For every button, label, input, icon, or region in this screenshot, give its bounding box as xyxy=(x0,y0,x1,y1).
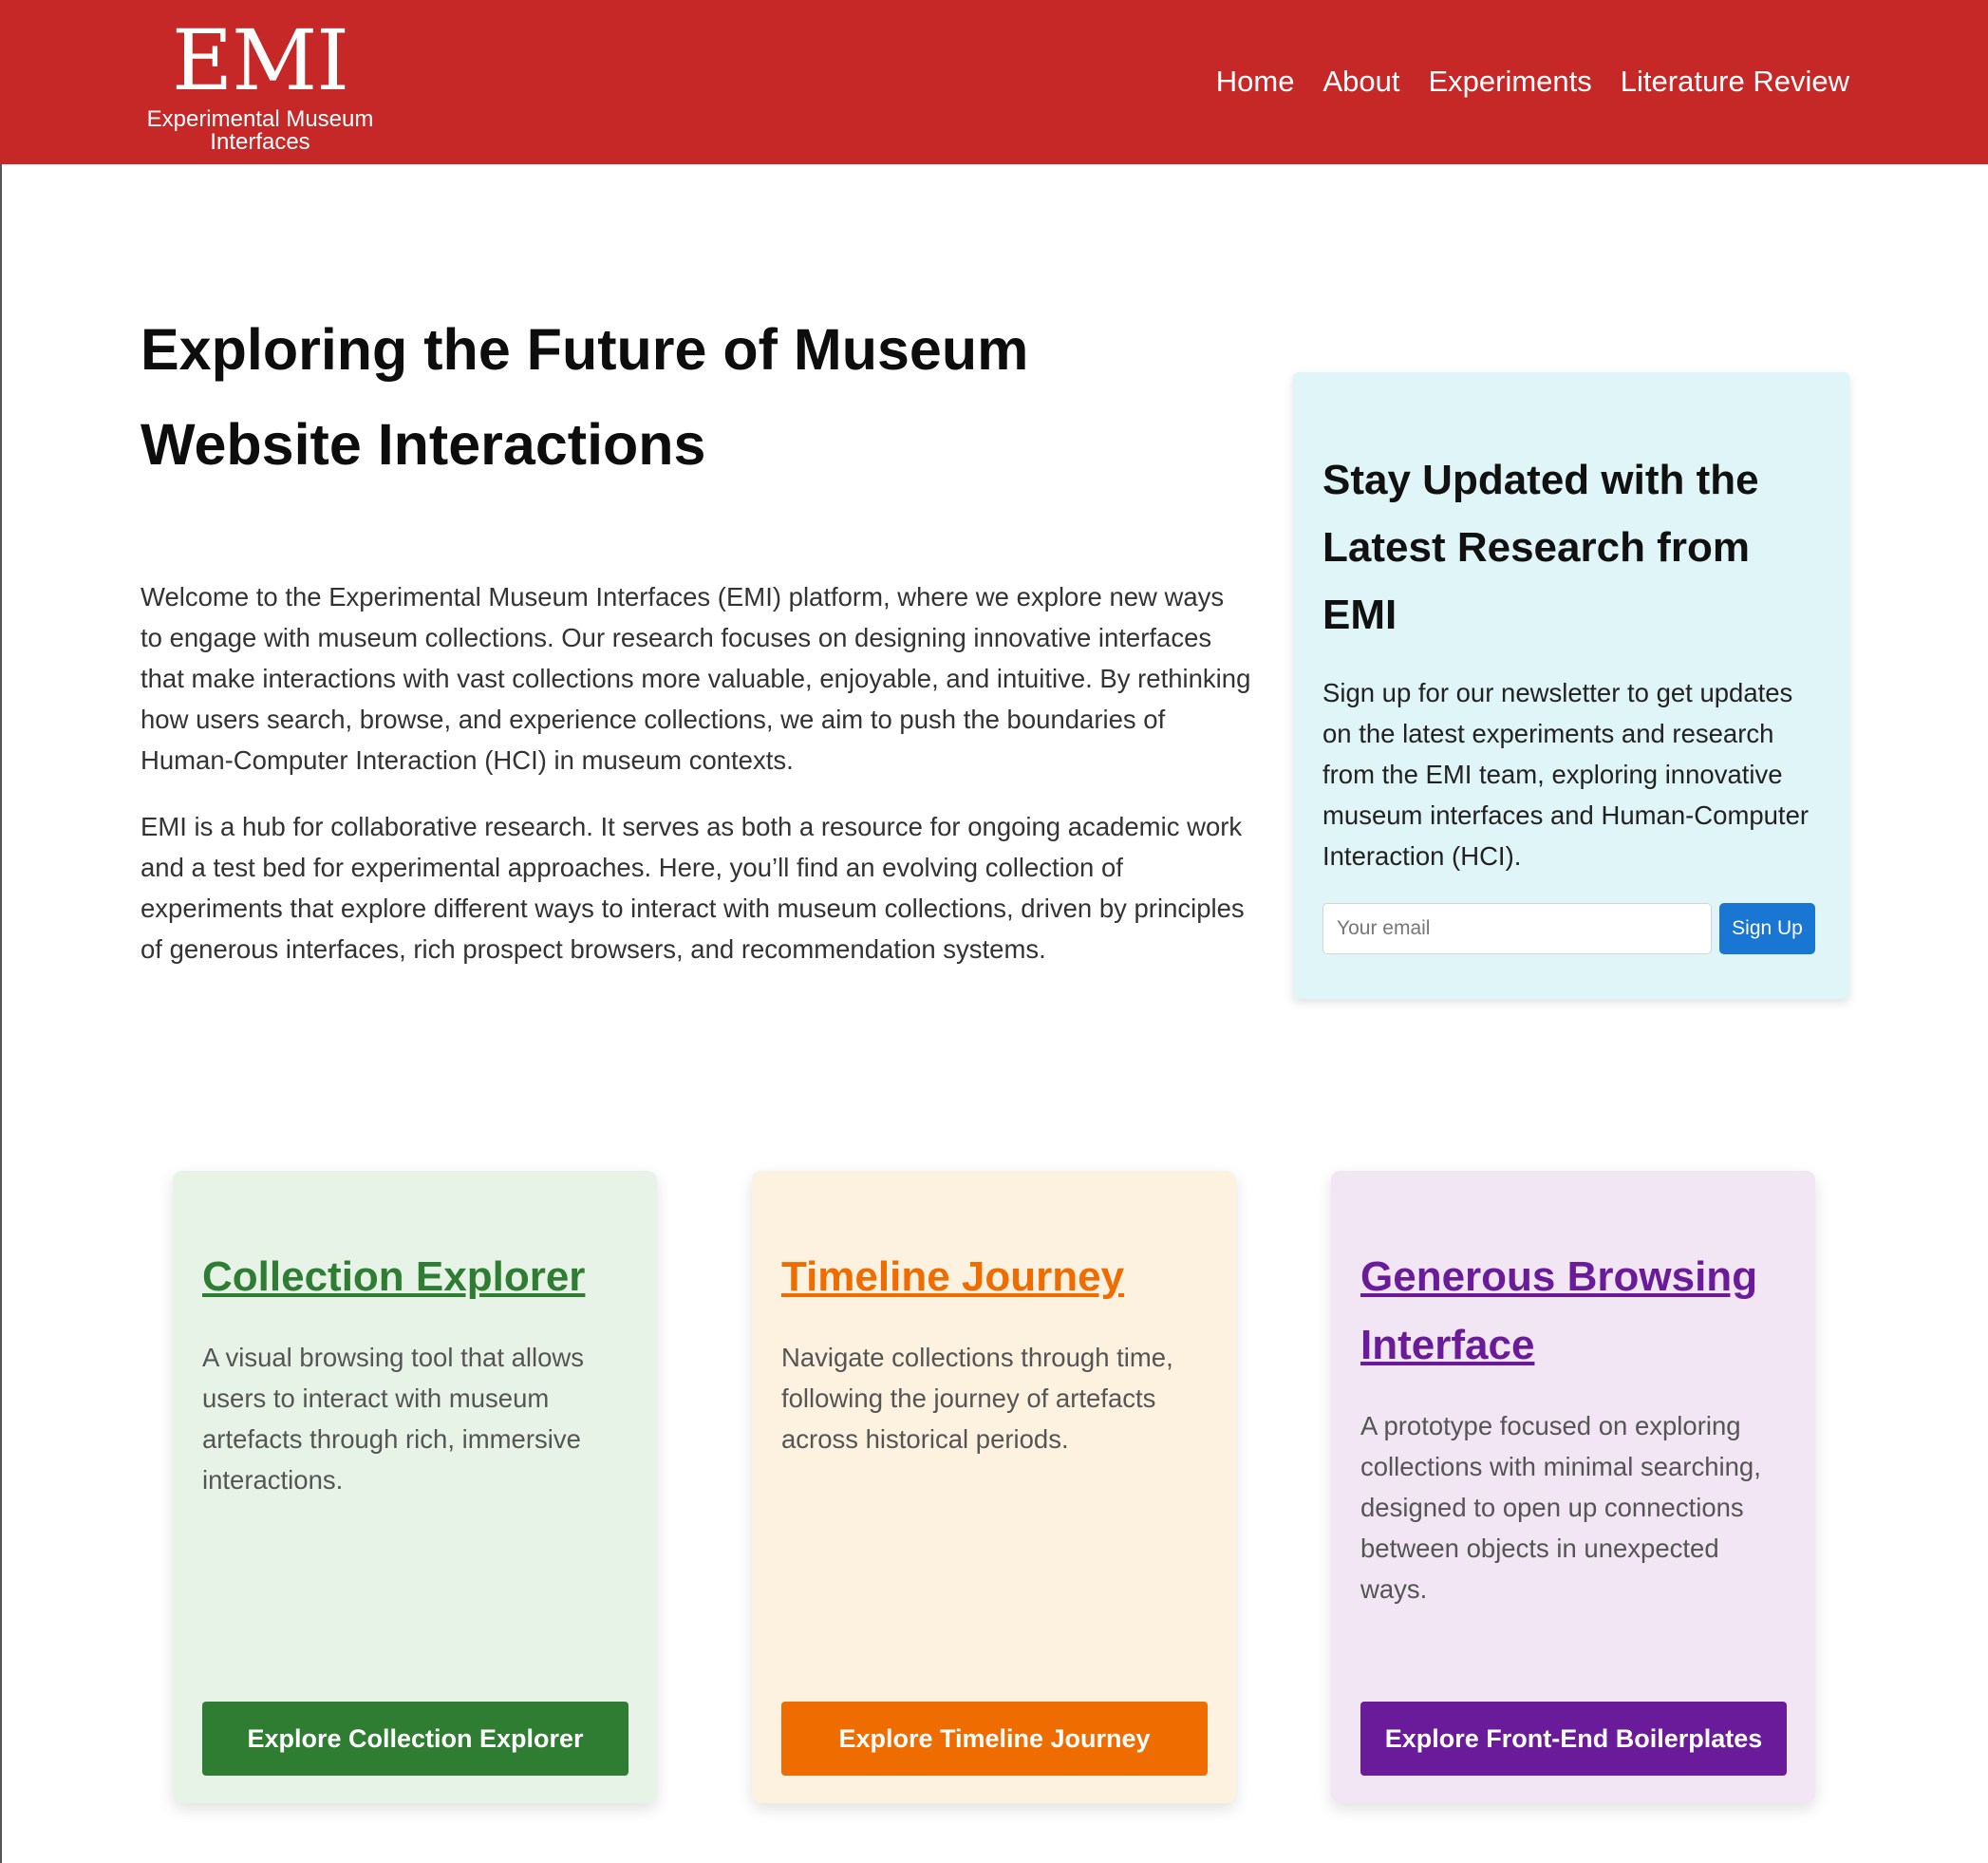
logo-mark: EMI xyxy=(171,11,349,109)
collection-explorer-link[interactable]: Collection Explorer xyxy=(202,1253,585,1300)
hero-intro: Welcome to the Experimental Museum Inter… xyxy=(141,576,1251,995)
site-header: EMI Experimental Museum Interfaces Home … xyxy=(0,0,1988,164)
generous-browsing-interface-link[interactable]: Generous Browsing Interface xyxy=(1360,1253,1757,1368)
card-description: A visual browsing tool that allows users… xyxy=(202,1343,585,1495)
nav-literature-review[interactable]: Literature Review xyxy=(1621,63,1849,101)
intro-paragraph-2: EMI is a hub for collaborative research.… xyxy=(141,812,1245,964)
nav-about[interactable]: About xyxy=(1322,63,1399,101)
left-edge-rule xyxy=(0,164,2,1863)
main-nav: Home About Experiments Literature Review xyxy=(1216,63,1849,101)
logo-subtitle: Experimental Museum Interfaces xyxy=(146,106,374,155)
explore-timeline-journey-button[interactable]: Explore Timeline Journey xyxy=(781,1702,1208,1776)
card-collection-explorer: Collection Explorer A visual browsing to… xyxy=(173,1171,657,1803)
card-timeline-journey: Timeline Journey Navigate collections th… xyxy=(752,1171,1236,1803)
newsletter-form: Sign Up xyxy=(1322,903,1815,954)
explore-collection-explorer-button[interactable]: Explore Collection Explorer xyxy=(202,1702,628,1776)
newsletter-panel: Stay Updated with the Latest Research fr… xyxy=(1293,372,1849,999)
nav-home[interactable]: Home xyxy=(1216,63,1295,101)
card-description: Navigate collections through time, follo… xyxy=(781,1343,1173,1454)
sign-up-button[interactable]: Sign Up xyxy=(1719,903,1815,954)
timeline-journey-link[interactable]: Timeline Journey xyxy=(781,1253,1124,1300)
card-description: A prototype focused on exploring collect… xyxy=(1360,1411,1761,1604)
newsletter-text: Sign up for our newsletter to get update… xyxy=(1322,678,1810,871)
explore-front-end-boilerplates-button[interactable]: Explore Front-End Boilerplates xyxy=(1360,1702,1787,1776)
card-title: Collection Explorer xyxy=(202,1243,628,1311)
nav-experiments[interactable]: Experiments xyxy=(1428,63,1591,101)
email-field[interactable] xyxy=(1322,903,1712,954)
page-title: Exploring the Future of Museum Website I… xyxy=(141,317,1029,477)
site-logo[interactable]: EMI Experimental Museum Interfaces xyxy=(141,13,380,154)
card-title: Generous Browsing Interface xyxy=(1360,1243,1786,1380)
newsletter-title: Stay Updated with the Latest Research fr… xyxy=(1322,457,1759,638)
card-generous-browsing-interface: Generous Browsing Interface A prototype … xyxy=(1331,1171,1815,1803)
card-title: Timeline Journey xyxy=(781,1243,1207,1311)
intro-paragraph-1: Welcome to the Experimental Museum Inter… xyxy=(141,582,1251,775)
